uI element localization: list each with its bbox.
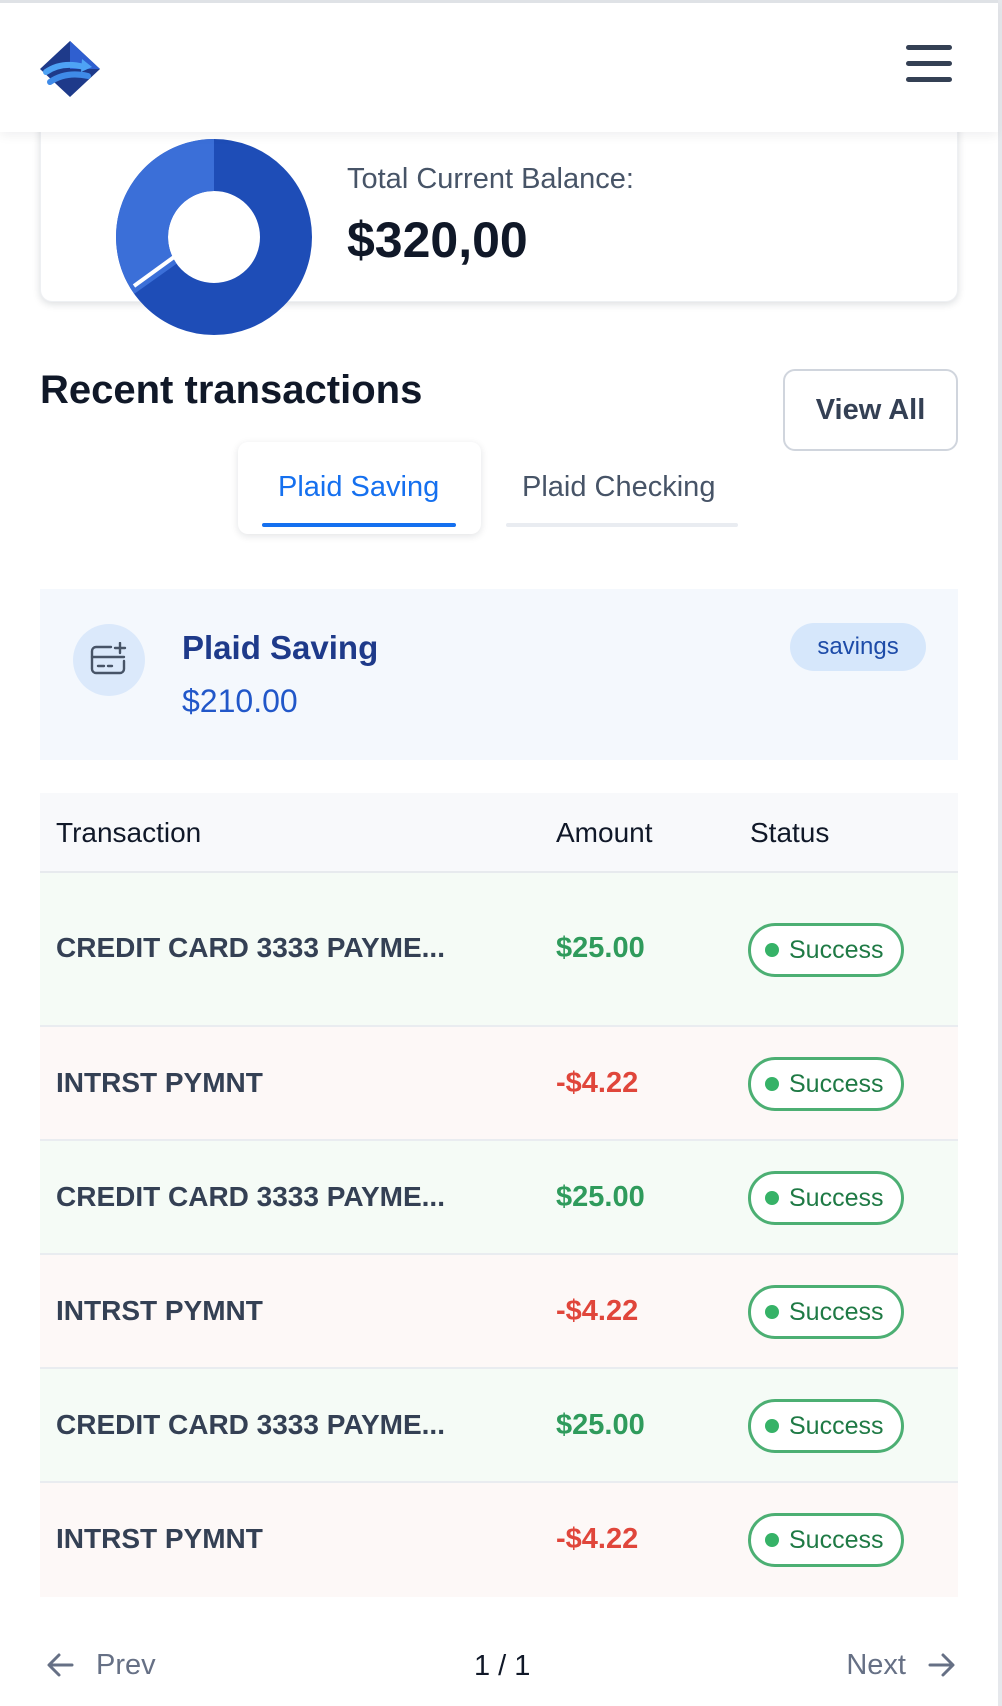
status-badge: Success [748,1399,904,1453]
transaction-amount: -$4.22 [556,1295,639,1327]
column-header-amount: Amount [556,817,653,848]
transaction-name: CREDIT CARD 3333 PAYME... [56,1409,445,1440]
hamburger-menu-icon[interactable] [906,45,952,85]
tab-indicator [506,523,738,527]
status-badge: Success [748,923,904,977]
transactions-table: Transaction Amount Status CREDIT CARD 33… [40,793,958,1597]
window-edge [998,0,1002,1706]
total-balance-value: $320,00 [347,212,528,268]
status-badge: Success [748,1285,904,1339]
table-header: Transaction Amount Status [40,793,958,873]
tab-active-indicator [262,523,456,527]
app-logo[interactable] [38,39,102,104]
tab-label: Plaid Saving [278,471,440,503]
transaction-amount: -$4.22 [556,1523,639,1555]
balance-donut-chart [116,139,312,335]
page-indicator: 1 / 1 [474,1650,531,1682]
prev-page-button[interactable]: Prev [44,1648,156,1682]
arrow-right-icon [928,1653,955,1677]
status-label: Success [789,1069,884,1098]
status-label: Success [789,1411,884,1440]
account-name: Plaid Saving [182,629,379,666]
status-dot-icon [765,1533,779,1547]
next-label: Next [846,1648,906,1681]
logo-icon [40,41,100,97]
credit-card-add-icon [73,624,145,696]
tab-plaid-saving[interactable]: Plaid Saving [238,442,481,534]
status-dot-icon [765,1419,779,1433]
table-row[interactable]: CREDIT CARD 3333 PAYME... $25.00 Success [40,873,958,1027]
table-row[interactable]: INTRST PYMNT -$4.22 Success [40,1027,958,1141]
arrow-left-icon [47,1653,74,1677]
status-label: Success [789,1525,884,1554]
view-all-button[interactable]: View All [783,369,958,451]
transaction-amount: $25.00 [556,1409,645,1441]
status-badge: Success [748,1513,904,1567]
table-row[interactable]: INTRST PYMNT -$4.22 Success [40,1483,958,1597]
total-balance-label: Total Current Balance: [347,163,634,195]
tab-label: Plaid Checking [522,471,716,503]
status-dot-icon [765,943,779,957]
transaction-name: INTRST PYMNT [56,1295,263,1326]
pagination: Prev 1 / 1 Next [40,1640,958,1694]
column-header-status: Status [750,817,830,848]
prev-label: Prev [96,1648,156,1681]
status-label: Success [789,935,884,964]
transaction-name: INTRST PYMNT [56,1067,263,1098]
top-header [0,0,998,132]
transaction-amount: -$4.22 [556,1067,639,1099]
status-badge: Success [748,1171,904,1225]
transaction-name: INTRST PYMNT [56,1523,263,1554]
table-row[interactable]: CREDIT CARD 3333 PAYME... $25.00 Success [40,1369,958,1483]
page-content[interactable]: Total Current Balance: $320,00 Recent tr… [0,0,998,1706]
status-dot-icon [765,1077,779,1091]
table-row[interactable]: INTRST PYMNT -$4.22 Success [40,1255,958,1369]
account-balance: $210.00 [182,683,298,719]
transaction-amount: $25.00 [556,932,645,964]
next-page-button[interactable]: Next [846,1648,958,1682]
status-dot-icon [765,1191,779,1205]
transaction-amount: $25.00 [556,1181,645,1213]
transaction-name: CREDIT CARD 3333 PAYME... [56,1181,445,1212]
status-badge: Success [748,1057,904,1111]
column-header-transaction: Transaction [56,817,202,848]
table-row[interactable]: CREDIT CARD 3333 PAYME... $25.00 Success [40,1141,958,1255]
status-label: Success [789,1183,884,1212]
status-label: Success [789,1297,884,1326]
recent-transactions-title: Recent transactions [40,368,423,412]
status-dot-icon [765,1305,779,1319]
account-banner: Plaid Saving $210.00 savings [40,589,958,760]
account-type-badge: savings [790,623,926,671]
tab-plaid-checking[interactable]: Plaid Checking [506,442,738,534]
transaction-name: CREDIT CARD 3333 PAYME... [56,932,445,963]
